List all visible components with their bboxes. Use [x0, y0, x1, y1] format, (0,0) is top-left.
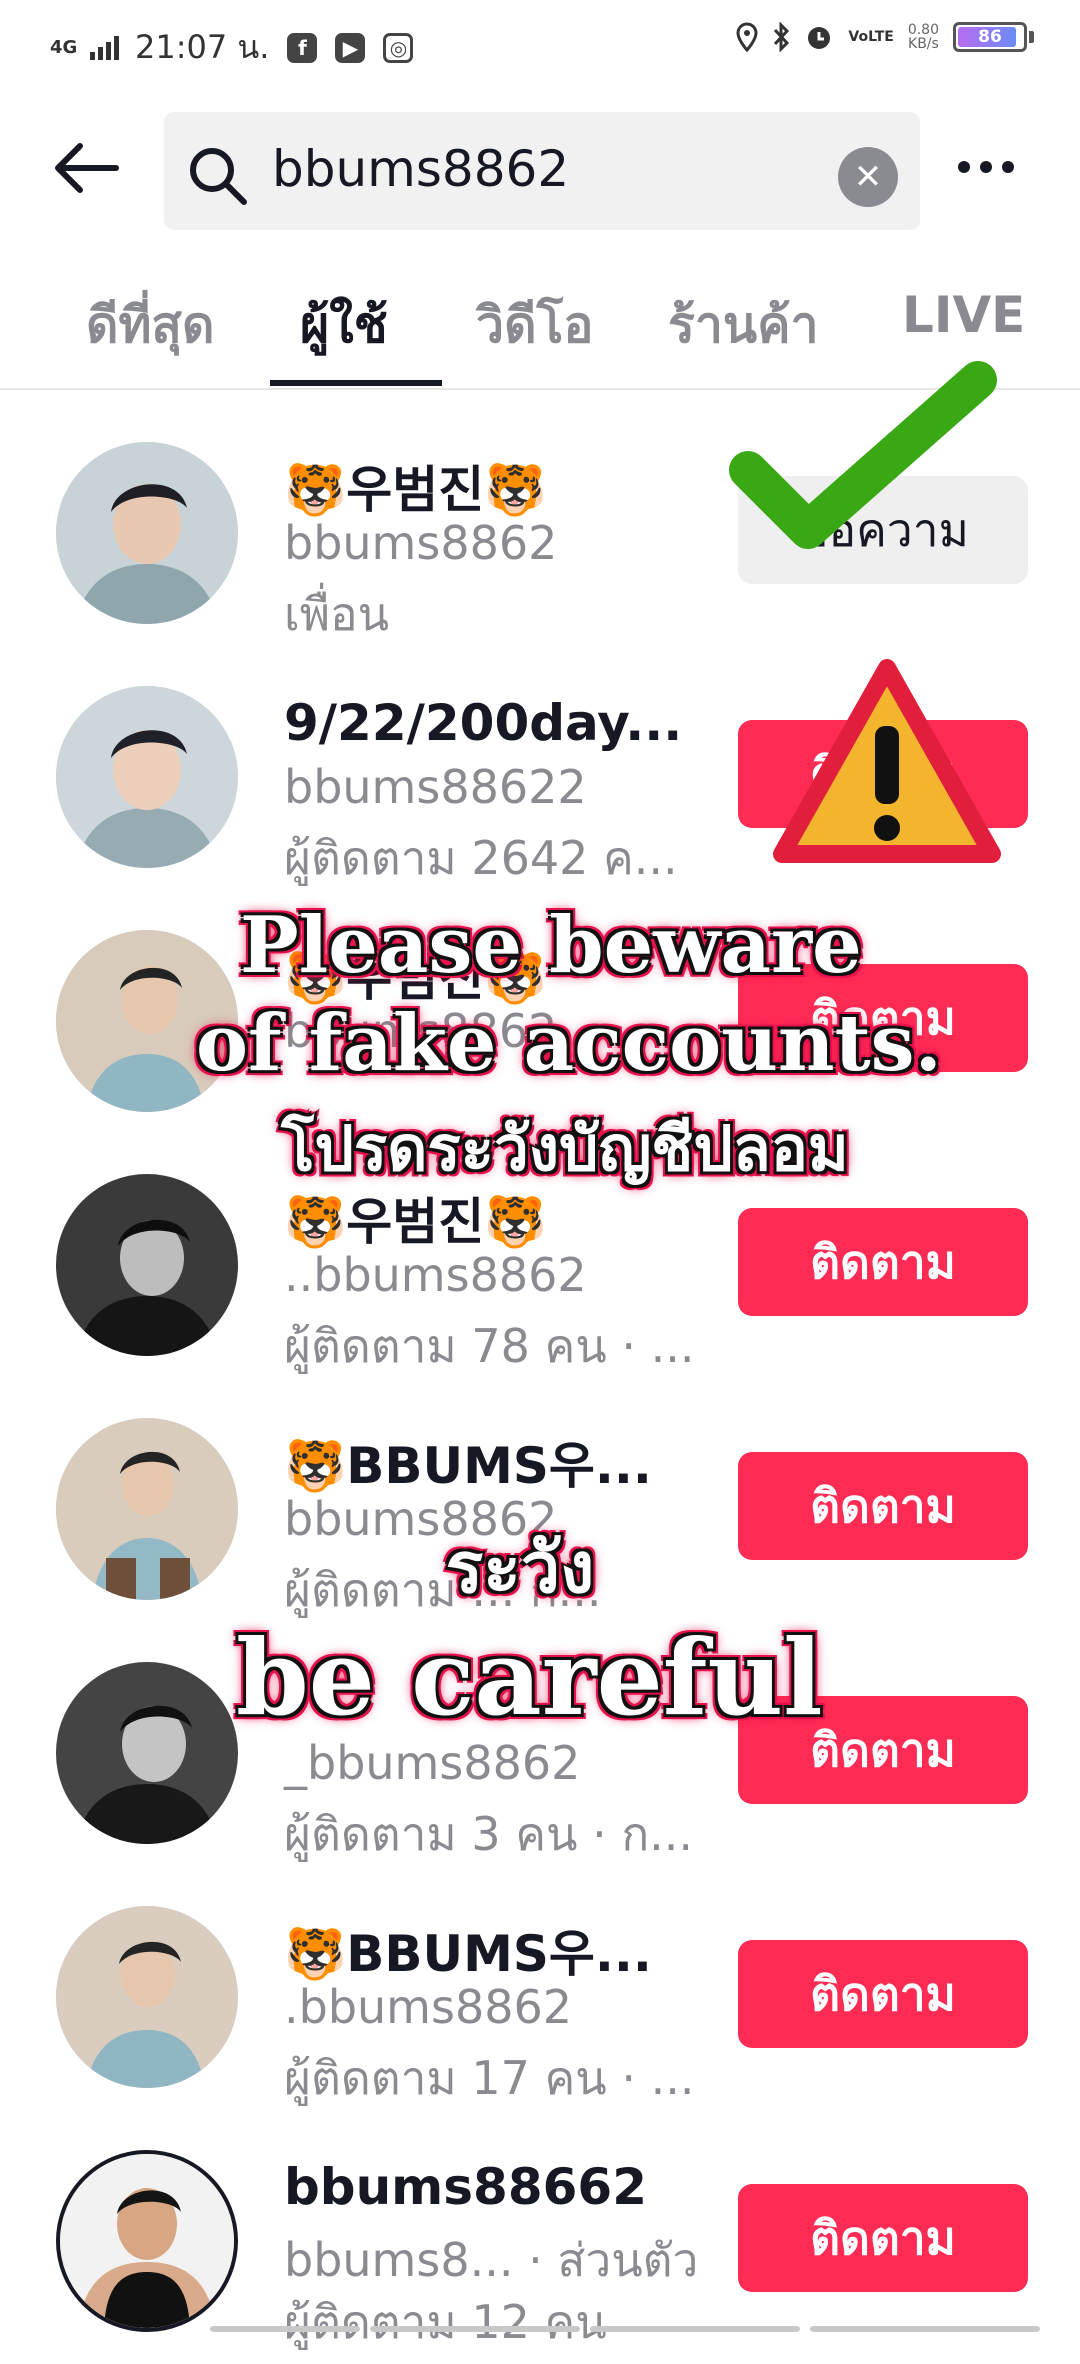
net-speed-unit: KB/s: [908, 36, 939, 52]
careful-warning-line1: ระวัง: [445, 1527, 595, 1609]
careful-warning-line2: be careful: [236, 1616, 823, 1739]
avatar[interactable]: [56, 2150, 238, 2332]
net-speed-value: 0.80: [907, 22, 939, 38]
status-time: 21:07 น.: [135, 28, 270, 66]
location-icon: [736, 22, 758, 52]
follow-button[interactable]: ติดตาม: [738, 2184, 1028, 2292]
search-icon: [190, 148, 247, 205]
user-handle: .bbums8862: [284, 1980, 573, 2034]
list-item[interactable]: 🐯BBUMS우... .bbums8862 ผู้ติดตาม 17 คน · …: [0, 1876, 1080, 2120]
avatar[interactable]: [56, 1906, 238, 2088]
battery-icon: 86: [953, 22, 1027, 52]
user-handle: ..bbums8862: [284, 1248, 587, 1302]
tab-shop[interactable]: ร้านค้า: [668, 286, 819, 365]
battery-tip: [1029, 31, 1034, 43]
instagram-icon: ◎: [383, 32, 414, 63]
list-item[interactable]: 🐯우범진🐯 bbums8862 เพื่อน ข้อความ: [0, 412, 1080, 656]
follow-button[interactable]: ติดตาม: [738, 1940, 1028, 2048]
facebook-icon: f: [287, 32, 318, 63]
tab-videos[interactable]: วิดีโอ: [476, 286, 593, 365]
user-info: ผู้ติดตาม 12 คน: [284, 2295, 607, 2349]
status-right: VoLTE 0.80 KB/s 86: [736, 22, 1034, 52]
user-info: ผู้ติดตาม 78 คน · ...: [284, 1319, 695, 1373]
message-button[interactable]: ข้อความ: [738, 476, 1028, 584]
follow-button[interactable]: ติดตาม: [738, 1208, 1028, 1316]
status-bar: 4G 21:07 น. f ▶ ◎ VoLTE 0.80 KB/s 86: [0, 0, 1080, 84]
avatar[interactable]: [56, 442, 238, 624]
tab-live[interactable]: LIVE: [902, 286, 1025, 344]
user-info: ผู้ติดตาม 2642 ค...: [284, 831, 678, 885]
close-icon: ✕: [853, 157, 883, 197]
avatar[interactable]: [56, 1662, 238, 1844]
user-info: เพื่อน: [284, 587, 390, 641]
user-name: 9/22/200day...: [284, 694, 683, 752]
volte-indicator: VoLTE: [848, 30, 893, 44]
battery-level: 86: [978, 27, 1002, 47]
signal-icon: [90, 35, 119, 60]
search-tabs: ดีที่สุด ผู้ใช้ วิดีโอ ร้านค้า LIVE: [0, 270, 1080, 390]
user-info: ผู้ติดตาม 3 คน · ก...: [284, 1807, 694, 1861]
user-info: ผู้ติดตาม 17 คน · ...: [284, 2051, 695, 2105]
user-handle: bbums88622: [284, 760, 587, 814]
net-speed: 0.80 KB/s: [908, 23, 939, 51]
avatar[interactable]: [56, 1418, 238, 1600]
user-name: 🐯우범진🐯: [284, 461, 547, 519]
user-handle: bbums8862: [284, 516, 558, 570]
network-type: 4G: [50, 36, 78, 58]
scroll-indicator: [0, 2326, 1080, 2336]
avatar[interactable]: [56, 1174, 238, 1356]
youtube-icon: ▶: [335, 32, 366, 63]
fake-account-warning-line1: Please beware: [240, 900, 862, 991]
more-options-button[interactable]: [958, 142, 1038, 192]
follow-button[interactable]: ติดตาม: [738, 720, 1028, 828]
user-name: 🐯BBUMS우...: [284, 1925, 652, 1983]
tab-top[interactable]: ดีที่สุด: [86, 286, 214, 365]
list-item[interactable]: 9/22/200day... bbums88622 ผู้ติดตาม 2642…: [0, 656, 1080, 900]
tab-users[interactable]: ผู้ใช้: [300, 286, 388, 365]
alarm-icon: [808, 27, 831, 49]
user-name: bbums88662: [284, 2158, 647, 2216]
bluetooth-icon: [774, 22, 790, 52]
avatar[interactable]: [56, 686, 238, 868]
search-header: bbums8862 ✕: [0, 104, 1080, 232]
back-button[interactable]: [50, 132, 140, 204]
search-input[interactable]: bbums8862: [272, 140, 569, 198]
search-box[interactable]: bbums8862 ✕: [164, 112, 920, 230]
fake-account-warning-line2: of fake accounts.: [196, 998, 942, 1089]
arrow-left-icon: [55, 143, 119, 193]
user-handle: _bbums8862: [284, 1736, 581, 1790]
user-name: 🐯BBUMS우...: [284, 1437, 652, 1495]
active-tab-indicator: [270, 380, 442, 386]
fake-account-warning-line3: โปรดระวังบัญชีปลอม: [281, 1112, 849, 1185]
volte-label: VoLTE: [848, 29, 894, 45]
clear-search-button[interactable]: ✕: [838, 147, 898, 207]
status-left: 4G 21:07 น. f ▶ ◎: [50, 22, 414, 73]
follow-button[interactable]: ติดตาม: [738, 1452, 1028, 1560]
